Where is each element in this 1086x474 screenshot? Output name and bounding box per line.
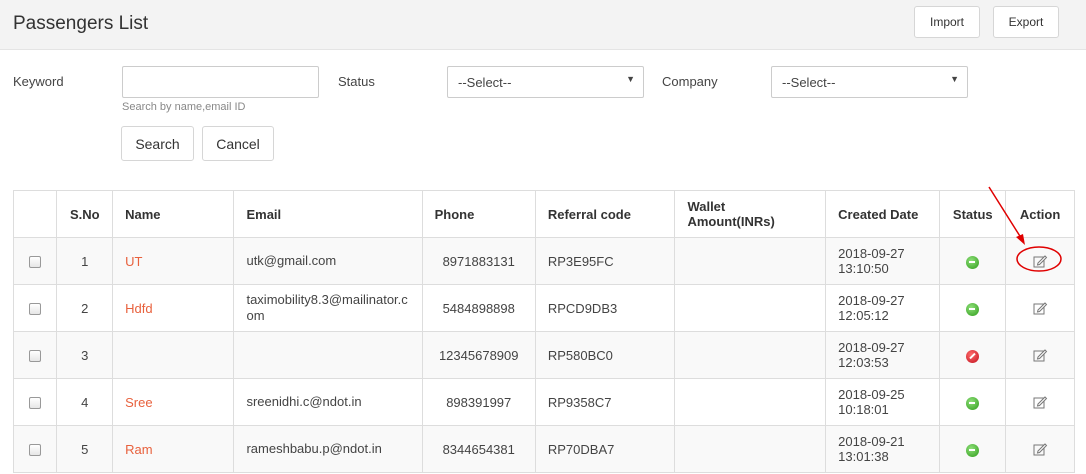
row-created-date: 2018-09-25 10:18:01	[825, 378, 941, 426]
row-date: 2018-09-25	[838, 387, 905, 402]
row-referral-code: RP580BC0	[534, 331, 676, 379]
row-email: rameshbabu.p@ndot.in	[233, 425, 423, 473]
row-wallet-amount	[674, 331, 827, 379]
keyword-label: Keyword	[13, 74, 64, 89]
row-wallet-amount	[674, 237, 827, 285]
row-created-date: 2018-09-27 12:03:53	[825, 331, 941, 379]
row-time: 13:10:50	[838, 261, 889, 276]
edit-icon[interactable]	[1032, 394, 1048, 410]
row-sno: 2	[56, 284, 114, 332]
row-referral-code: RP3E95FC	[534, 237, 676, 285]
header-created-date: Created Date	[825, 190, 941, 238]
table-row: 1 UT utk@gmail.com 8971883131 RP3E95FC 2…	[12, 237, 1075, 285]
edit-icon[interactable]	[1032, 300, 1048, 316]
row-checkbox[interactable]	[29, 303, 42, 316]
header-referral-code: Referral code	[534, 190, 676, 238]
import-button[interactable]: Import	[914, 6, 980, 38]
row-created-date: 2018-09-21 13:01:38	[825, 425, 941, 473]
row-checkbox[interactable]	[29, 444, 42, 457]
row-date: 2018-09-27	[838, 246, 905, 261]
company-label: Company	[662, 74, 718, 89]
row-date: 2018-09-27	[838, 293, 905, 308]
active-status-icon[interactable]	[966, 396, 980, 410]
row-date: 2018-09-27	[838, 340, 905, 355]
row-referral-code: RP9358C7	[534, 378, 676, 426]
row-sno: 1	[56, 237, 114, 285]
row-referral-code: RPCD9DB3	[534, 284, 676, 332]
row-email	[233, 331, 423, 379]
edit-icon[interactable]	[1032, 253, 1048, 269]
row-time: 13:01:38	[838, 449, 889, 464]
row-phone: 8971883131	[421, 237, 536, 285]
table-header-row: S.No Name Email Phone Referral code Wall…	[12, 190, 1075, 238]
header-phone: Phone	[421, 190, 536, 238]
row-checkbox[interactable]	[29, 350, 42, 363]
row-time: 12:03:53	[838, 355, 889, 370]
table-row: 4 Sree sreenidhi.c@ndot.in 898391997 RP9…	[12, 378, 1075, 426]
row-phone: 12345678909	[421, 331, 536, 379]
status-select-value: --Select--	[458, 75, 512, 90]
active-status-icon[interactable]	[966, 443, 980, 457]
row-date: 2018-09-21	[838, 434, 905, 449]
cancel-button[interactable]: Cancel	[202, 126, 274, 161]
export-button[interactable]: Export	[993, 6, 1059, 38]
header-action: Action	[1005, 190, 1075, 238]
header-sno: S.No	[56, 190, 114, 238]
row-time: 10:18:01	[838, 402, 889, 417]
row-referral-code: RP70DBA7	[534, 425, 676, 473]
status-label: Status	[338, 74, 375, 89]
row-created-date: 2018-09-27 12:05:12	[825, 284, 941, 332]
header-wallet-amount: Wallet Amount(INRs)	[674, 190, 827, 238]
active-status-icon[interactable]	[966, 255, 980, 269]
row-phone: 8344654381	[421, 425, 536, 473]
passenger-name-link[interactable]: Sree	[125, 395, 152, 410]
keyword-input[interactable]	[122, 66, 319, 98]
page-header: Passengers List Import Export	[0, 0, 1086, 50]
edit-icon[interactable]	[1032, 441, 1048, 457]
row-email: taximobility8.3@mailinator.com	[233, 284, 423, 332]
page-title: Passengers List	[13, 13, 149, 34]
header-email: Email	[233, 190, 423, 238]
chevron-down-icon: ▼	[626, 74, 635, 84]
row-email: sreenidhi.c@ndot.in	[233, 378, 423, 426]
row-phone: 898391997	[421, 378, 536, 426]
company-select-value: --Select--	[782, 75, 836, 90]
row-created-date: 2018-09-27 13:10:50	[825, 237, 941, 285]
passengers-table: S.No Name Email Phone Referral code Wall…	[12, 190, 1075, 473]
keyword-hint: Search by name,email ID	[122, 101, 246, 113]
header-select	[12, 190, 58, 238]
row-time: 12:05:12	[838, 308, 889, 323]
row-checkbox[interactable]	[29, 256, 42, 269]
edit-icon[interactable]	[1032, 347, 1048, 363]
row-sno: 5	[56, 425, 114, 473]
header-status: Status	[939, 190, 1007, 238]
row-phone: 5484898898	[421, 284, 536, 332]
passenger-name-link[interactable]: Hdfd	[125, 301, 152, 316]
header-name: Name	[112, 190, 235, 238]
table-row: 3 12345678909 RP580BC0 2018-09-27 12:03:5…	[12, 331, 1075, 379]
row-email: utk@gmail.com	[233, 237, 423, 285]
table-row: 2 Hdfd taximobility8.3@mailinator.com 54…	[12, 284, 1075, 332]
search-button[interactable]: Search	[121, 126, 194, 161]
company-select[interactable]: --Select-- ▼	[771, 66, 968, 98]
row-sno: 3	[56, 331, 114, 379]
passenger-name-link[interactable]: UT	[125, 254, 142, 269]
status-select[interactable]: --Select-- ▼	[447, 66, 644, 98]
passenger-name-link[interactable]: Ram	[125, 442, 152, 457]
table-row: 5 Ram rameshbabu.p@ndot.in 8344654381 RP…	[12, 425, 1075, 473]
chevron-down-icon: ▼	[950, 74, 959, 84]
row-checkbox[interactable]	[29, 397, 42, 410]
inactive-status-icon[interactable]	[966, 349, 980, 363]
row-sno: 4	[56, 378, 114, 426]
row-wallet-amount	[674, 378, 827, 426]
active-status-icon[interactable]	[966, 302, 980, 316]
row-wallet-amount	[674, 284, 827, 332]
row-wallet-amount	[674, 425, 827, 473]
